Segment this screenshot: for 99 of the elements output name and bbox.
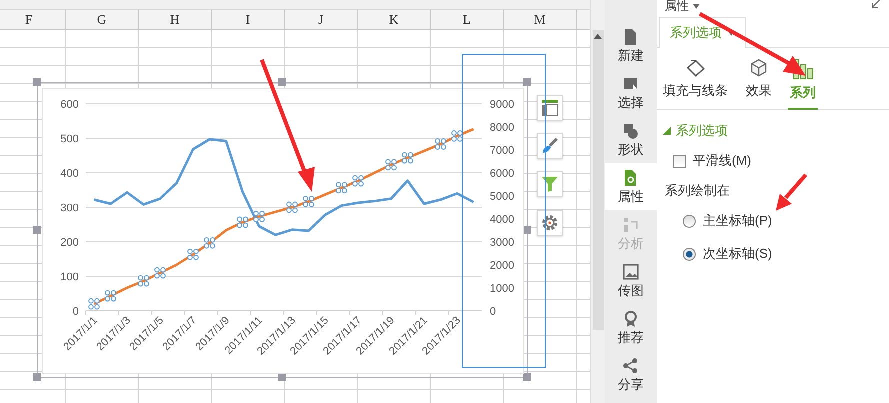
axis-label: 8000 [490, 122, 514, 134]
column-header[interactable]: M [504, 10, 577, 29]
resize-handle[interactable] [33, 226, 41, 234]
category-tab[interactable]: 效果 [744, 58, 774, 110]
selection-marker[interactable] [138, 275, 150, 287]
column-header[interactable]: F [0, 10, 66, 29]
axis-label: 2000 [490, 260, 514, 272]
axis-label: 100 [60, 272, 79, 284]
axis-label: 500 [60, 134, 79, 146]
column-header[interactable]: K [358, 10, 431, 29]
caret-icon [693, 4, 700, 9]
funnel-icon [541, 175, 559, 193]
select-icon [622, 75, 640, 93]
selection-marker[interactable] [237, 216, 248, 228]
ribbon-icon [622, 310, 640, 328]
gear-icon [541, 214, 559, 232]
side-tab-label: 推荐 [618, 331, 644, 345]
caret-icon [728, 30, 735, 36]
section-title: 系列选项 [676, 122, 728, 140]
axis-label: 7000 [490, 145, 514, 157]
selection-marker[interactable] [303, 196, 314, 208]
selection-marker[interactable] [386, 159, 397, 171]
resize-handle[interactable] [523, 373, 531, 381]
column-header[interactable]: G [66, 10, 139, 29]
radio-button[interactable] [683, 214, 696, 228]
side-tab[interactable]: 传图 [605, 257, 657, 304]
side-tab-label: 属性 [618, 190, 644, 204]
radio-label: 主坐标轴(P) [703, 212, 772, 230]
axis-label: 0 [72, 306, 79, 318]
side-tab[interactable]: 推荐 [605, 304, 657, 351]
side-tab-label: 形状 [618, 143, 644, 157]
tab-label: 效果 [746, 82, 772, 100]
tab-label: 填充与线条 [663, 82, 728, 100]
paint-bucket-icon [684, 58, 706, 78]
side-tab[interactable]: 形状 [605, 116, 657, 163]
selection-marker[interactable] [452, 130, 463, 142]
shapes-icon [622, 122, 640, 140]
axis-label: 5000 [490, 191, 514, 203]
radio-label: 次坐标轴(S) [703, 245, 772, 263]
axis-label: 1000 [490, 283, 514, 295]
side-tab[interactable]: 新建 [605, 22, 657, 69]
image-icon [622, 263, 640, 281]
selection-marker[interactable] [286, 202, 298, 214]
selection-marker[interactable] [402, 152, 414, 164]
column-header[interactable]: L [431, 10, 504, 29]
share-icon [622, 357, 640, 375]
selection-marker[interactable] [188, 248, 199, 260]
side-tab-label: 分享 [618, 378, 644, 392]
checkbox[interactable] [673, 154, 686, 168]
axis-label: 6000 [490, 168, 514, 180]
brush-icon [541, 137, 559, 155]
checkbox-label: 平滑线(M) [693, 152, 752, 170]
axis-label: 0 [490, 306, 496, 318]
collapse-icon[interactable] [872, 0, 881, 9]
side-tab-label: 分析 [618, 237, 644, 251]
selection-marker[interactable] [352, 175, 364, 187]
column-header[interactable]: I [212, 10, 285, 29]
selection-marker[interactable] [88, 298, 100, 310]
column-header[interactable]: H [139, 10, 212, 29]
selection-marker[interactable] [254, 211, 265, 222]
expanded-triangle-icon[interactable] [663, 127, 671, 135]
chart-settings-button[interactable] [537, 210, 563, 236]
cube-icon [749, 58, 769, 78]
selection-marker[interactable] [105, 290, 116, 302]
resize-handle[interactable] [523, 78, 531, 86]
side-tab[interactable]: 选择 [605, 69, 657, 116]
up-arrow-icon [594, 34, 602, 39]
chart-filter-button[interactable] [537, 171, 563, 197]
selection-marker[interactable] [154, 267, 166, 279]
axis-selection[interactable] [462, 54, 546, 368]
axis-label: 600 [60, 99, 79, 111]
resize-handle[interactable] [33, 373, 41, 381]
category-tab[interactable]: 填充与线条 [661, 58, 730, 110]
axis-label: 400 [60, 168, 79, 180]
resize-handle[interactable] [278, 78, 286, 86]
selection-marker[interactable] [336, 182, 348, 194]
selection-marker[interactable] [435, 138, 446, 150]
tab-label: 系列 [790, 84, 816, 102]
side-tab[interactable]: 属性 [605, 163, 657, 210]
axis-label: 200 [60, 237, 79, 249]
layout-icon [541, 99, 559, 117]
axis-label: 3000 [490, 237, 514, 249]
axis-label: 4000 [490, 214, 514, 226]
side-tab-label: 选择 [618, 96, 644, 110]
axis-label: 300 [60, 202, 79, 214]
side-tab[interactable]: 分享 [605, 351, 657, 398]
chart-style-button[interactable] [537, 133, 563, 159]
selection-marker[interactable] [204, 237, 216, 249]
chart-elements-button[interactable] [537, 95, 563, 121]
analysis-icon [622, 216, 640, 234]
panel-title[interactable]: 属性 [665, 0, 700, 13]
resize-handle[interactable] [33, 78, 41, 86]
scrollbar-thumb[interactable] [592, 30, 604, 330]
field-label: 系列绘制在 [665, 182, 730, 200]
radio-button[interactable] [683, 248, 696, 260]
axis-label: 9000 [490, 99, 514, 111]
column-header[interactable]: J [285, 10, 358, 29]
side-tab-label: 新建 [618, 49, 644, 63]
side-tab-label: 传图 [618, 284, 644, 298]
